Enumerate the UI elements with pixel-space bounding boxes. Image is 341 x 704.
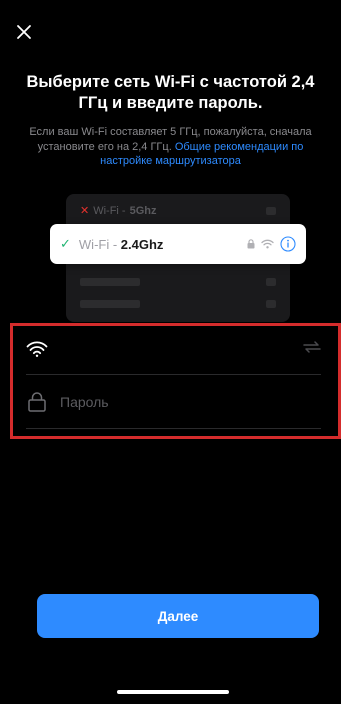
x-icon: ✕	[80, 205, 90, 217]
next-button[interactable]: Далее	[37, 594, 319, 638]
network-2-4ghz-band: 2.4Ghz	[120, 236, 164, 252]
instructions-text: Если ваш Wi-Fi составляет 5 ГГц, пожалуй…	[20, 125, 321, 169]
check-icon: ✓	[60, 236, 71, 251]
network-5ghz-prefix: Wi-Fi -	[93, 204, 126, 217]
wifi-icon	[261, 239, 274, 249]
password-field	[26, 375, 321, 429]
network-row-2-4ghz: ✓ Wi-Fi - 2.4Ghz	[50, 224, 306, 264]
info-icon	[280, 236, 296, 252]
swap-network-button[interactable]	[303, 340, 321, 358]
network-2-4ghz-prefix: Wi-Fi -	[78, 236, 121, 252]
lock-icon	[247, 239, 255, 249]
placeholder-row	[80, 276, 276, 288]
page-title: Выберите сеть Wi-Fi с частотой 2,4 ГГц и…	[26, 73, 315, 112]
password-input[interactable]	[60, 393, 260, 410]
network-5ghz-band: 5Ghz	[129, 204, 157, 217]
wifi-icon	[26, 338, 48, 360]
home-indicator[interactable]	[117, 690, 229, 694]
lock-icon	[26, 391, 48, 413]
wifi-network-field[interactable]	[26, 323, 321, 375]
close-button[interactable]	[12, 20, 36, 44]
network-row-5ghz: ✕ Wi-Fi - 5Ghz	[80, 204, 276, 217]
close-icon	[17, 25, 31, 39]
screen: Выберите сеть Wi-Fi с частотой 2,4 ГГц и…	[0, 0, 341, 704]
placeholder-row	[80, 298, 276, 310]
swap-icon	[303, 340, 321, 353]
